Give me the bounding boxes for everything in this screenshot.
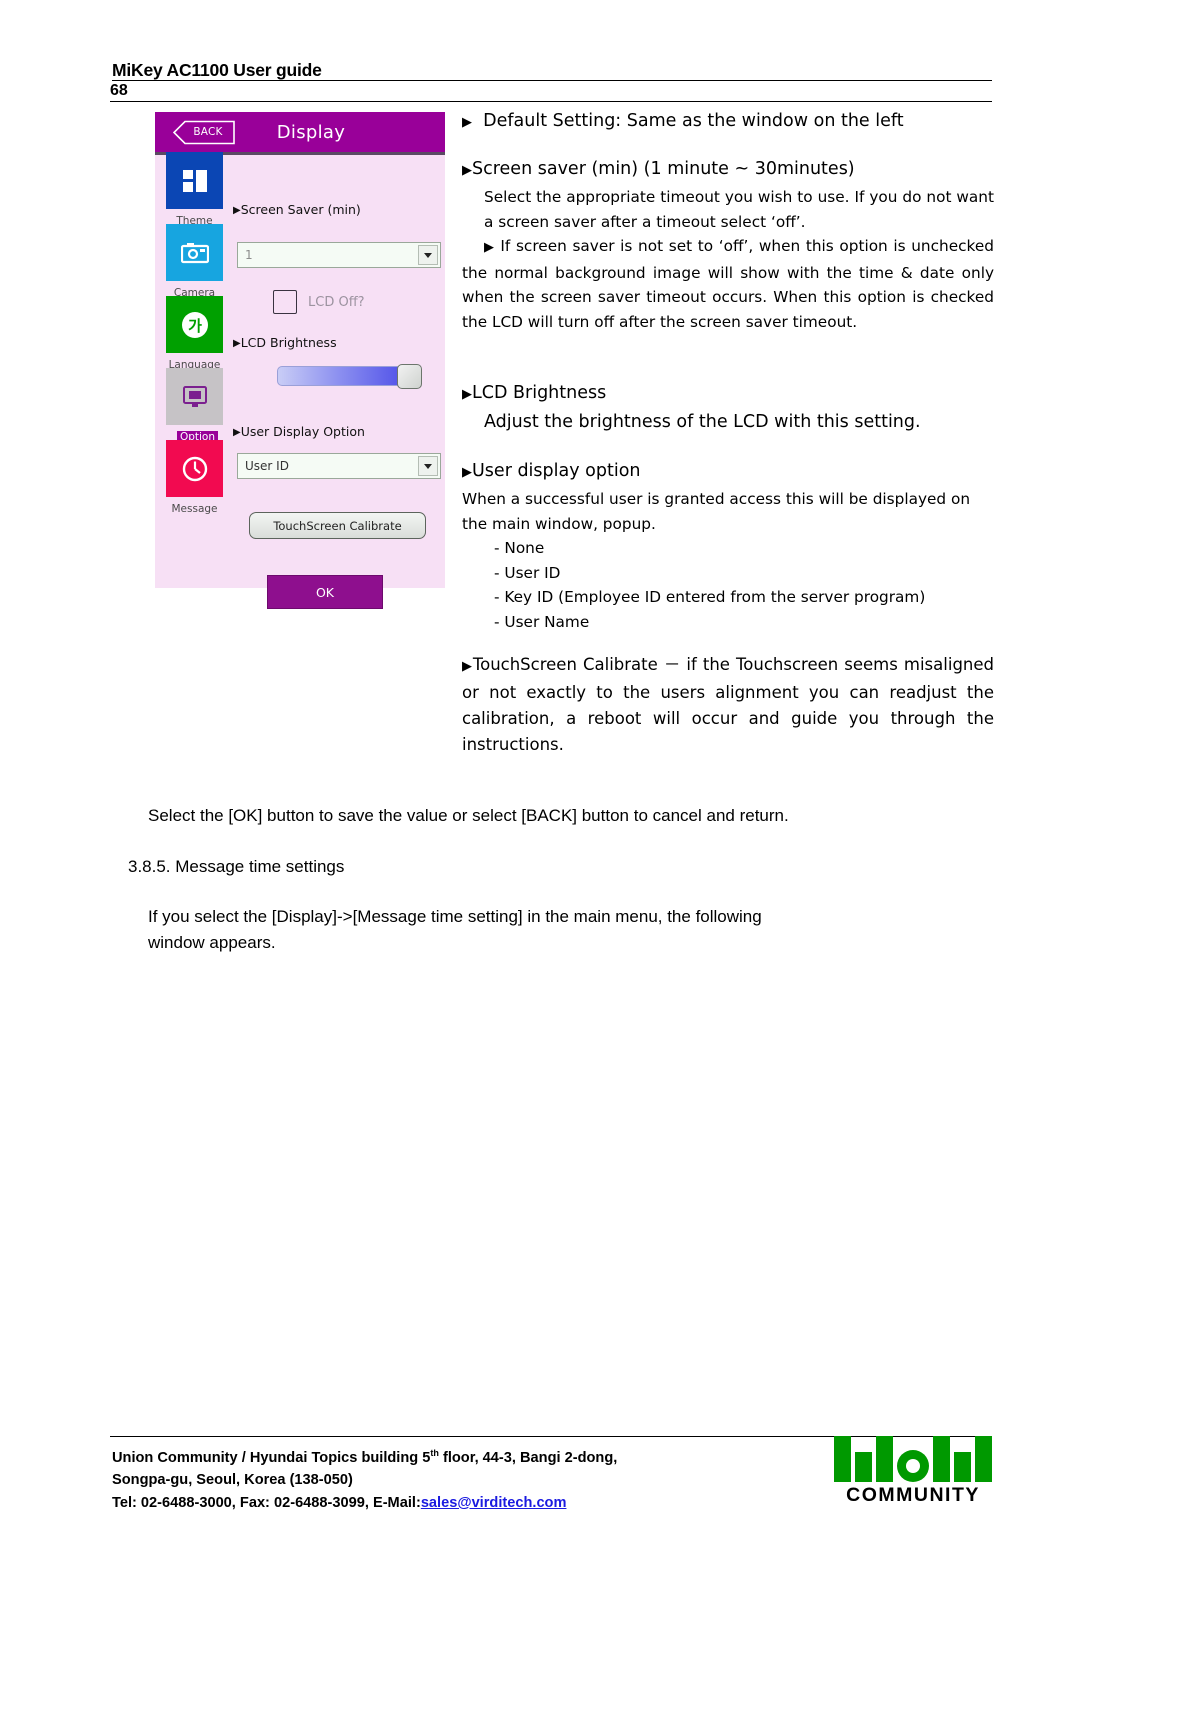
clock-icon [166, 440, 223, 497]
lcd-off-label: LCD Off? [308, 294, 365, 310]
touchscreen-calibrate-button[interactable]: TouchScreen Calibrate [249, 512, 426, 539]
slider-track [277, 366, 409, 386]
screen-saver-select[interactable]: 1 [237, 242, 441, 268]
screen-saver-paragraph-2: ▶ If screen saver is not set to ‘off’, w… [462, 237, 994, 331]
user-display-item: - Key ID (Employee ID entered from the s… [494, 588, 926, 606]
option-icon [166, 368, 223, 425]
lcd-brightness-section: ▶LCD Brightness Adjust the brightness of… [462, 382, 994, 433]
theme-icon [166, 152, 223, 209]
triangle-bullet-icon: ▶ [233, 205, 241, 216]
screen-saver-label: ▶Screen Saver (min) [233, 202, 361, 217]
user-display-option-select[interactable]: User ID [237, 453, 441, 479]
device-body: Theme Camera 가 Language Option Message ▶… [155, 152, 445, 609]
slider-handle[interactable] [397, 364, 422, 389]
logo-wordmark: COMMUNITY [846, 1484, 980, 1506]
touchscreen-paragraph: ▶TouchScreen Calibrate － if the Touchscr… [462, 655, 994, 754]
section-paragraph-line1: If you select the [Display]->[Message ti… [148, 907, 762, 926]
lcd-off-checkbox-row[interactable]: LCD Off? [273, 290, 365, 314]
svg-text:가: 가 [188, 317, 202, 335]
section-paragraph-line2: window appears. [148, 933, 276, 952]
user-display-option-label: ▶User Display Option [233, 424, 365, 439]
page-header-title: MiKey AC1100 User guide [112, 60, 322, 80]
header-divider-bottom [110, 101, 992, 102]
sidebar-item-language[interactable]: 가 Language [166, 296, 223, 371]
triangle-bullet-icon: ▶ [462, 387, 472, 402]
lcd-brightness-label: ▶LCD Brightness [233, 335, 337, 350]
ok-button[interactable]: OK [267, 575, 383, 609]
screen-saver-paragraph-1: Select the appropriate timeout you wish … [484, 188, 994, 231]
footer-address: Union Community / Hyundai Topics buildin… [112, 1448, 618, 1511]
device-sidebar: Theme Camera 가 Language Option Message [166, 152, 223, 515]
email-link[interactable]: sales@virditech.com [421, 1495, 567, 1511]
section-heading: 3.8.5. Message time settings [128, 857, 345, 876]
union-logo-mark [833, 1434, 993, 1482]
triangle-bullet-icon: ▶ [484, 240, 495, 255]
back-button-label: BACK [193, 126, 223, 138]
sidebar-item-option[interactable]: Option [166, 368, 223, 444]
device-titlebar: BACK Display [155, 112, 445, 155]
lcd-off-checkbox[interactable] [273, 290, 297, 314]
lcd-brightness-slider[interactable] [277, 364, 429, 389]
triangle-bullet-icon: ▶ [462, 659, 473, 674]
touchscreen-calibrate-section: ▶TouchScreen Calibrate － if the Touchscr… [462, 652, 994, 758]
sidebar-item-camera[interactable]: Camera [166, 224, 223, 299]
triangle-bullet-icon: ▶ [462, 465, 472, 480]
device-screenshot: BACK Display Theme Camera 가 Language Opt… [155, 112, 445, 609]
device-title: Display [276, 121, 346, 143]
sidebar-label-message: Message [171, 503, 218, 515]
user-display-item: - User Name [494, 612, 590, 631]
camera-icon [166, 224, 223, 281]
triangle-bullet-icon: ▶ [233, 338, 241, 349]
triangle-bullet-icon: ▶ [462, 163, 472, 178]
language-icon: 가 [166, 296, 223, 353]
user-display-item: - None [494, 539, 545, 557]
screen-saver-section: ▶Screen saver (min) (1 minute ~ 30minute… [462, 158, 994, 334]
triangle-bullet-icon: ▶ [233, 427, 241, 438]
user-display-option-value: User ID [245, 459, 289, 473]
chevron-down-icon[interactable] [418, 456, 438, 476]
back-button[interactable]: BACK [173, 120, 235, 145]
sidebar-item-message[interactable]: Message [166, 440, 223, 515]
user-display-section: ▶User display option When a successful u… [462, 460, 994, 634]
document-page: MiKey AC1100 User guide 68 BACK Display [0, 0, 1197, 1710]
triangle-bullet-icon: ▶ [462, 115, 472, 130]
page-number: 68 [110, 82, 128, 99]
union-community-logo: COMMUNITY [833, 1434, 993, 1507]
default-setting-line: ▶ Default Setting: Same as the window on… [462, 111, 904, 131]
lcd-brightness-paragraph: Adjust the brightness of the LCD with th… [484, 412, 921, 432]
user-display-item: - User ID [494, 563, 561, 582]
sidebar-item-theme[interactable]: Theme [166, 152, 223, 227]
chevron-down-icon[interactable] [418, 245, 438, 265]
user-display-paragraph: When a successful user is granted access… [462, 490, 971, 533]
select-ok-text: Select the [OK] button to save the value… [148, 806, 789, 825]
screen-saver-value: 1 [245, 248, 253, 262]
device-settings-panel: ▶Screen Saver (min) 1 LCD Off? ▶LCD Brig… [233, 152, 445, 609]
header-divider-top [112, 80, 992, 81]
